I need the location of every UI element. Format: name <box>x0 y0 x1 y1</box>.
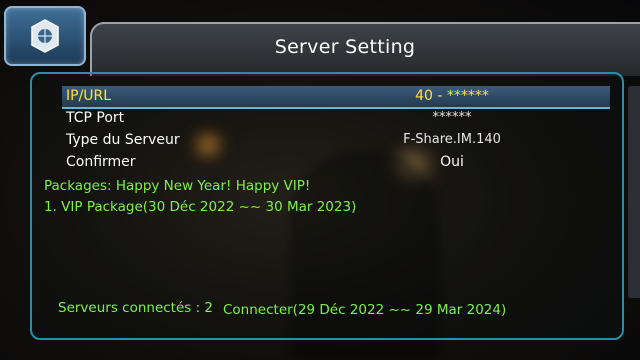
packages-header: Packages: Happy New Year! Happy VIP! <box>44 178 311 194</box>
setting-row-ip-url[interactable]: IP/URL 40 - ****** <box>62 86 610 109</box>
settings-globe-icon <box>31 19 59 53</box>
setting-value: Oui <box>440 154 464 170</box>
setting-label: IP/URL <box>66 88 112 104</box>
setting-row-tcp-port[interactable]: TCP Port ****** <box>62 108 610 129</box>
setting-row-confirm[interactable]: Confirmer Oui <box>62 152 610 173</box>
setting-value: 40 - ****** <box>415 88 489 104</box>
setting-label: TCP Port <box>66 110 125 126</box>
setting-value: ****** <box>432 110 472 125</box>
setting-label: Confirmer <box>66 154 136 170</box>
side-panel-edge <box>628 86 640 298</box>
package-item: 1. VIP Package(30 Déc 2022 ~~ 30 Mar 202… <box>44 199 357 215</box>
app-logo <box>4 6 86 66</box>
setting-label: Type du Serveur <box>66 132 180 148</box>
page-title: Server Setting <box>274 36 416 58</box>
servers-connected-text: Serveurs connectés : 2 <box>58 300 214 316</box>
setting-value: F-Share.IM.140 <box>403 132 501 147</box>
setting-row-server-type[interactable]: Type du Serveur F-Share.IM.140 <box>62 130 610 151</box>
connecter-period-text: Connecter(29 Déc 2022 ~~ 29 Mar 2024) <box>223 302 507 318</box>
